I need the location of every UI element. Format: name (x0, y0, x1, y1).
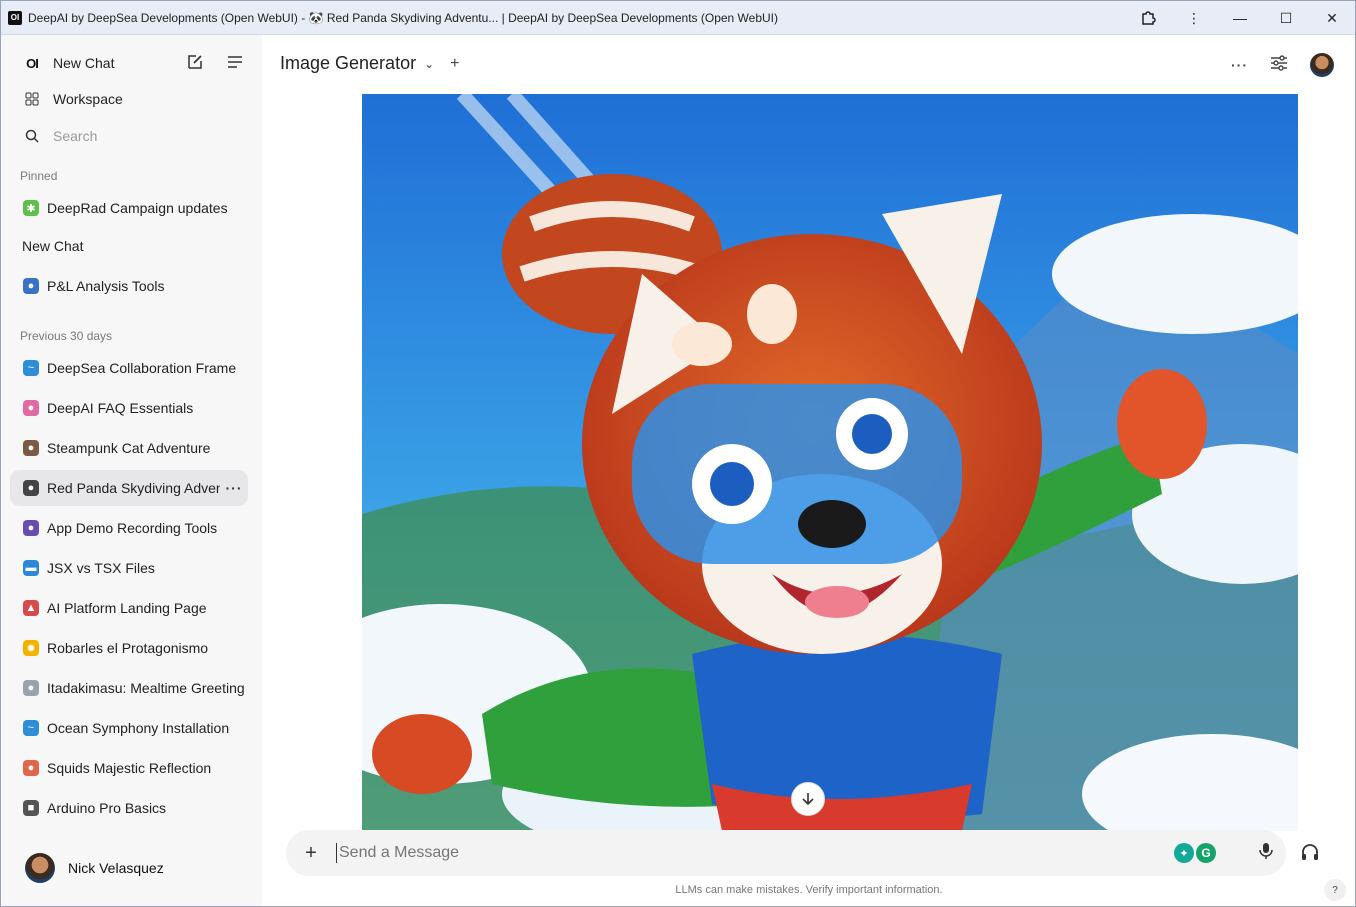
workspace-label: Workspace (53, 91, 123, 107)
chat-item[interactable]: ✹ Robarles el Protagonismo (10, 630, 248, 666)
user-profile-button[interactable]: Nick Velasquez (25, 853, 164, 883)
add-model-icon[interactable]: + (450, 55, 459, 73)
maximize-button[interactable]: ☐ (1263, 1, 1309, 35)
close-button[interactable]: ✕ (1309, 1, 1355, 35)
pinned-section-label: Pinned (20, 169, 58, 183)
minimize-button[interactable]: — (1217, 1, 1263, 35)
magnifier-icon: ● (23, 278, 39, 294)
extensions-icon[interactable] (1125, 1, 1171, 35)
wave-icon: ~ (23, 720, 39, 736)
new-chat-label: New Chat (53, 55, 115, 71)
chat-item-label: P&L Analysis Tools (47, 278, 165, 294)
window-title: DeepAI by DeepSea Developments (Open Web… (28, 10, 779, 25)
chat-item[interactable]: ~ DeepSea Collaboration Frame (10, 350, 248, 386)
microphone-icon[interactable] (1246, 842, 1286, 865)
cat-icon: ● (23, 440, 39, 456)
title-bar: OI DeepAI by DeepSea Developments (Open … (1, 1, 1355, 35)
chat-item-label: Steampunk Cat Adventure (47, 440, 211, 456)
openwebui-logo-icon: OI (26, 55, 39, 71)
chat-item-label: DeepSea Collaboration Frame (47, 360, 237, 376)
message-composer: + ✦ G (286, 830, 1286, 876)
chat-options-icon[interactable]: ··· (220, 480, 248, 496)
chat-item-label: DeepAI FAQ Essentials (47, 400, 194, 416)
chat-item[interactable]: ● Squids Majestic Reflection (10, 750, 248, 786)
sun-icon: ✹ (23, 640, 39, 656)
controls-sliders-icon[interactable] (1270, 54, 1288, 76)
squid-icon: ● (23, 760, 39, 776)
rocket-icon: ▲ (23, 600, 39, 616)
puzzle-icon: ✱ (23, 200, 39, 216)
avatar (25, 853, 55, 883)
chat-item-label: JSX vs TSX Files (47, 560, 155, 576)
search-placeholder: Search (53, 128, 98, 144)
chat-item-label: Itadakimasu: Mealtime Greeting (47, 680, 245, 696)
wave-icon: ~ (23, 360, 39, 376)
chat-item-label: Squids Majestic Reflection (47, 760, 212, 776)
chat-item[interactable]: ● Steampunk Cat Adventure (10, 430, 248, 466)
chat-item[interactable]: ● DeepAI FAQ Essentials (10, 390, 248, 426)
help-button[interactable]: ? (1324, 879, 1346, 901)
scroll-down-button[interactable] (791, 782, 825, 816)
more-options-icon[interactable]: ··· (1231, 57, 1248, 73)
chat-item-label: App Demo Recording Tools (47, 520, 218, 536)
chat-item-label: DeepRad Campaign updates (47, 200, 228, 216)
chat-item-label: Red Panda Skydiving Adventure (47, 480, 220, 496)
chat-item-label: Ocean Symphony Installation (47, 720, 230, 736)
model-name: Image Generator (280, 53, 417, 73)
user-name: Nick Velasquez (68, 860, 164, 876)
chat-item[interactable]: ▲ AI Platform Landing Page (10, 590, 248, 626)
grid-icon (22, 92, 42, 106)
header-avatar[interactable] (1310, 53, 1334, 77)
compose-icon[interactable] (186, 53, 204, 76)
grammarly-icon[interactable]: G (1196, 843, 1216, 863)
previous-section-label: Previous 30 days (20, 329, 113, 343)
chat-item-active[interactable]: ● Red Panda Skydiving Adventure ··· (10, 470, 248, 506)
chat-item-label: Robarles el Protagonismo (47, 640, 209, 656)
app-logo-icon: OI (8, 10, 22, 25)
main-panel: Image Generator ⌄ + ··· + Send a Message… (262, 35, 1355, 906)
pinned-chat-item[interactable]: New Chat (10, 228, 248, 264)
chat-item[interactable]: ■ Arduino Pro Basics (10, 790, 248, 826)
search-field[interactable]: Search (10, 118, 248, 154)
chat-item-label: AI Platform Landing Page (47, 600, 207, 616)
brain-icon: ● (23, 400, 39, 416)
workspace-button[interactable]: Workspace (10, 81, 248, 117)
app-window: OI DeepAI by DeepSea Developments (Open … (0, 0, 1356, 907)
robot-icon: ■ (23, 800, 39, 816)
add-attachment-icon[interactable]: + (286, 842, 336, 865)
lightbulb-icon[interactable]: ✦ (1174, 843, 1194, 863)
chat-item-label: Arduino Pro Basics (47, 800, 167, 816)
sidebar: OI New Chat Workspace Search Pinned ✱ De… (1, 35, 262, 906)
computer-icon: ▬ (23, 560, 39, 576)
panda-icon: ● (23, 480, 39, 496)
message-input[interactable] (336, 843, 1174, 863)
chat-item[interactable]: ▬ JSX vs TSX Files (10, 550, 248, 586)
chat-item[interactable]: ● App Demo Recording Tools (10, 510, 248, 546)
headphones-icon[interactable] (1300, 842, 1320, 867)
menu-kebab-icon[interactable]: ⋮ (1171, 1, 1217, 35)
sidebar-toggle-icon[interactable] (226, 53, 244, 76)
plate-icon: ● (23, 680, 39, 696)
chat-item[interactable]: ~ Ocean Symphony Installation (10, 710, 248, 746)
chat-item[interactable]: ● Itadakimasu: Mealtime Greeting (10, 670, 248, 706)
generated-image (362, 94, 1298, 831)
model-selector[interactable]: Image Generator ⌄ + (280, 53, 459, 74)
pinned-chat-item[interactable]: ● P&L Analysis Tools (10, 268, 248, 304)
camera-icon: ● (23, 520, 39, 536)
pinned-chat-item[interactable]: ✱ DeepRad Campaign updates (10, 190, 248, 226)
chevron-down-icon[interactable]: ⌄ (424, 57, 434, 71)
disclaimer-text: LLMs can make mistakes. Verify important… (675, 884, 943, 896)
chat-item-label: New Chat (22, 238, 84, 254)
search-icon (22, 129, 42, 143)
